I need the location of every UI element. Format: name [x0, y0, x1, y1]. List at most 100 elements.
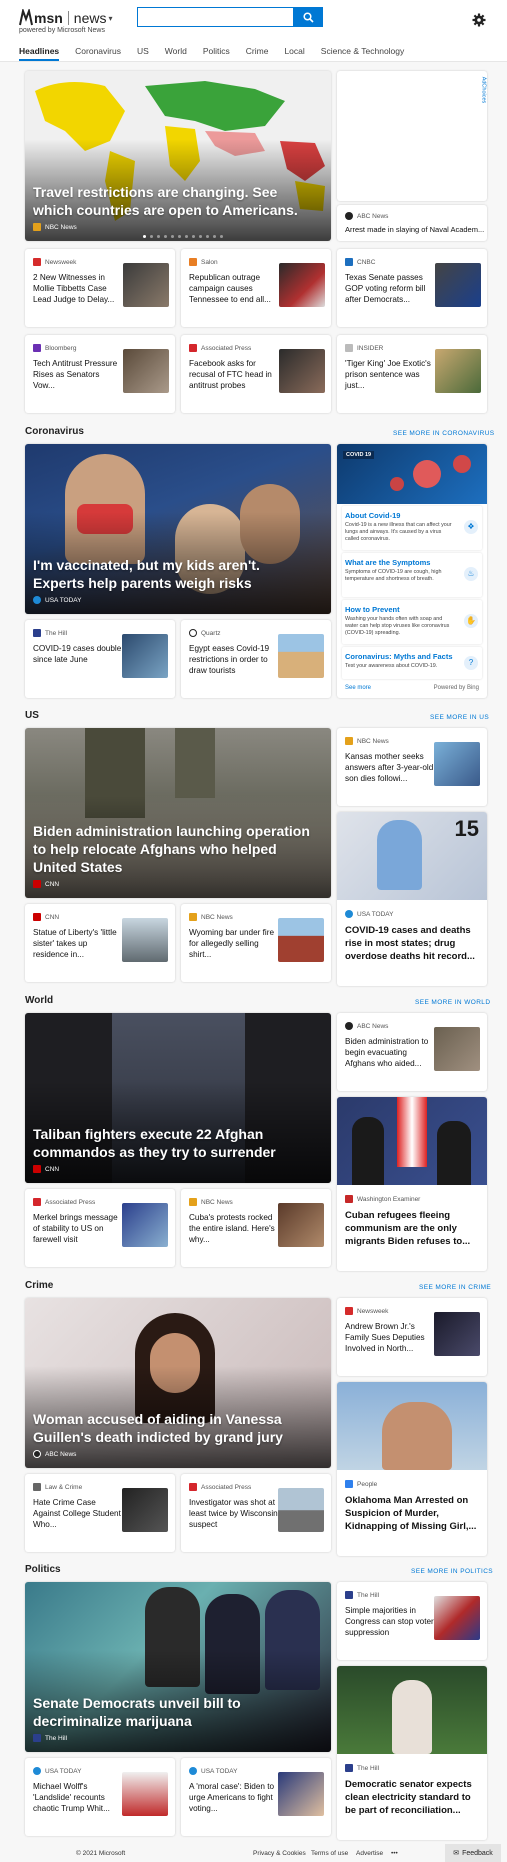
hero-card-crime[interactable]: Woman accused of aiding in Vanessa Guill… — [25, 1298, 331, 1468]
story-title[interactable]: Cuban refugees fleeing communism are the… — [345, 1209, 480, 1248]
carousel-dot[interactable] — [164, 235, 167, 238]
story-title[interactable]: COVID-19 cases and deaths rise in most s… — [345, 924, 480, 963]
see-more-us-link[interactable]: SEE MORE IN US — [430, 714, 489, 721]
story-card[interactable]: NBC News Kansas mother seeks answers aft… — [337, 728, 487, 806]
tab-science-technology[interactable]: Science & Technology — [321, 46, 404, 61]
story-card[interactable]: NBC News Wyoming bar under fire for alle… — [181, 904, 331, 982]
hero-card-politics[interactable]: Senate Democrats unveil bill to decrimin… — [25, 1582, 331, 1752]
story-title[interactable]: Democratic senator expects clean electri… — [345, 1778, 480, 1817]
story-card[interactable]: The Hill COVID-19 cases double since lat… — [25, 620, 175, 698]
search-button[interactable] — [293, 7, 323, 27]
story-card[interactable]: Washington Examiner Cuban refugees fleei… — [337, 1097, 487, 1271]
covid-item-title[interactable]: What are the Symptoms — [345, 558, 430, 567]
hero-title[interactable]: Travel restrictions are changing. See wh… — [33, 183, 313, 219]
story-title[interactable]: Statue of Liberty's 'little sister' take… — [33, 927, 123, 960]
tab-world[interactable]: World — [165, 46, 187, 61]
carousel-dot[interactable] — [150, 235, 153, 238]
see-more-politics-link[interactable]: SEE MORE IN POLITICS — [411, 1568, 493, 1575]
story-title[interactable]: Simple majorities in Congress can stop v… — [345, 1605, 435, 1638]
hero-title[interactable]: Woman accused of aiding in Vanessa Guill… — [33, 1410, 313, 1446]
advertise-link[interactable]: Advertise — [356, 1850, 383, 1857]
story-title[interactable]: Investigator was shot at least twice by … — [189, 1497, 279, 1530]
story-card[interactable]: ABC News Biden administration to begin e… — [337, 1013, 487, 1091]
carousel-dot[interactable] — [185, 235, 188, 238]
brand-news[interactable]: news — [74, 10, 107, 26]
carousel-dot[interactable] — [220, 235, 223, 238]
feedback-button[interactable]: ✉ Feedback — [445, 1844, 501, 1862]
story-title[interactable]: A 'moral case': Biden to urge Americans … — [189, 1781, 279, 1814]
hero-card-headlines[interactable]: Travel restrictions are changing. See wh… — [25, 71, 331, 241]
story-title[interactable]: Tech Antitrust Pressure Rises as Senator… — [33, 358, 121, 391]
story-card[interactable]: USA TODAY Michael Wolff's 'Landslide' re… — [25, 1758, 175, 1836]
story-title[interactable]: Michael Wolff's 'Landslide' recounts cha… — [33, 1781, 123, 1814]
story-card[interactable]: CNN Statue of Liberty's 'little sister' … — [25, 904, 175, 982]
story-title[interactable]: Wyoming bar under fire for allegedly sel… — [189, 927, 279, 960]
story-title[interactable]: Republican outrage campaign causes Tenne… — [189, 272, 277, 305]
story-card[interactable]: 15 USA TODAY COVID-19 cases and deaths r… — [337, 812, 487, 986]
story-title[interactable]: Texas Senate passes GOP voting reform bi… — [345, 272, 433, 305]
covid-item-card[interactable]: What are the Symptoms Symptoms of COVID-… — [342, 553, 482, 597]
story-title[interactable]: Oklahoma Man Arrested on Suspicion of Mu… — [345, 1494, 480, 1533]
see-more-world-link[interactable]: SEE MORE IN WORLD — [415, 999, 490, 1006]
story-title[interactable]: Kansas mother seeks answers after 3-year… — [345, 751, 435, 784]
carousel-dot[interactable] — [157, 235, 160, 238]
covid-item-title[interactable]: Coronavirus: Myths and Facts — [345, 652, 453, 661]
carousel-dot[interactable] — [192, 235, 195, 238]
carousel-dot[interactable] — [213, 235, 216, 238]
story-card[interactable]: Associated Press Merkel brings message o… — [25, 1189, 175, 1267]
story-card[interactable]: The Hill Simple majorities in Congress c… — [337, 1582, 487, 1660]
carousel-dot[interactable] — [206, 235, 209, 238]
covid-see-more-link[interactable]: See more — [345, 685, 371, 691]
covid-item-card[interactable]: About Covid-19 Covid-19 is a new illness… — [342, 506, 482, 550]
story-card[interactable]: People Oklahoma Man Arrested on Suspicio… — [337, 1382, 487, 1556]
story-title[interactable]: 2 New Witnesses in Mollie Tibbetts Case … — [33, 272, 121, 305]
story-title[interactable]: Merkel brings message of stability to US… — [33, 1212, 123, 1245]
story-title[interactable]: Biden administration to begin evacuating… — [345, 1036, 435, 1069]
story-card[interactable]: Newsweek 2 New Witnesses in Mollie Tibbe… — [25, 249, 175, 327]
covid-item-card[interactable]: How to Prevent Washing your hands often … — [342, 600, 482, 644]
covid-item-title[interactable]: How to Prevent — [345, 605, 400, 614]
story-card[interactable]: NBC News Cuba's protests rocked the enti… — [181, 1189, 331, 1267]
see-more-crime-link[interactable]: SEE MORE IN CRIME — [419, 1284, 491, 1291]
story-card[interactable]: The Hill Democratic senator expects clea… — [337, 1666, 487, 1840]
hero-title[interactable]: Senate Democrats unveil bill to decrimin… — [33, 1694, 313, 1730]
carousel-dot[interactable] — [178, 235, 181, 238]
ad-slot[interactable]: AdChoices — [337, 71, 487, 201]
story-card[interactable]: USA TODAY A 'moral case': Biden to urge … — [181, 1758, 331, 1836]
story-card[interactable]: Salon Republican outrage campaign causes… — [181, 249, 331, 327]
story-card[interactable]: Quartz Egypt eases Covid-19 restrictions… — [181, 620, 331, 698]
story-card[interactable]: Bloomberg Tech Antitrust Pressure Rises … — [25, 335, 175, 413]
carousel-dot[interactable] — [199, 235, 202, 238]
story-card[interactable]: Associated Press Investigator was shot a… — [181, 1474, 331, 1552]
story-title[interactable]: Cuba's protests rocked the entire island… — [189, 1212, 279, 1245]
story-card[interactable]: INSIDER 'Tiger King' Joe Exotic's prison… — [337, 335, 487, 413]
story-title[interactable]: Andrew Brown Jr.'s Family Sues Deputies … — [345, 1321, 435, 1354]
story-title[interactable]: Facebook asks for recusal of FTC head in… — [189, 358, 277, 391]
msn-logo[interactable]: msn news ▾ — [19, 9, 113, 27]
story-title[interactable]: COVID-19 cases double since late June — [33, 643, 123, 665]
tab-us[interactable]: US — [137, 46, 149, 61]
tab-headlines[interactable]: Headlines — [19, 46, 60, 61]
story-title[interactable]: Hate Crime Case Against College Student … — [33, 1497, 123, 1530]
terms-link[interactable]: Terms of use — [311, 1850, 348, 1857]
hero-card-us[interactable]: Biden administration launching operation… — [25, 728, 331, 898]
tab-politics[interactable]: Politics — [203, 46, 230, 61]
tab-crime[interactable]: Crime — [246, 46, 269, 61]
more-menu[interactable]: ••• — [391, 1850, 398, 1857]
chevron-down-icon[interactable]: ▾ — [108, 14, 112, 23]
covid-item-title[interactable]: About Covid-19 — [345, 511, 400, 520]
hero-title[interactable]: Biden administration launching operation… — [33, 822, 313, 876]
carousel-dot[interactable] — [143, 235, 146, 238]
story-title[interactable]: 'Tiger King' Joe Exotic's prison sentenc… — [345, 358, 433, 391]
gear-icon[interactable] — [472, 13, 486, 27]
tab-local[interactable]: Local — [284, 46, 304, 61]
hero-title[interactable]: I'm vaccinated, but my kids aren't. Expe… — [33, 556, 313, 592]
story-card[interactable]: Associated Press Facebook asks for recus… — [181, 335, 331, 413]
story-card[interactable]: Newsweek Andrew Brown Jr.'s Family Sues … — [337, 1298, 487, 1376]
story-title[interactable]: Arrest made in slaying of Naval Academ..… — [345, 225, 484, 234]
covid-item-card[interactable]: Coronavirus: Myths and Facts Test your a… — [342, 647, 482, 679]
adchoices-label[interactable]: AdChoices — [481, 77, 487, 104]
tab-coronavirus[interactable]: Coronavirus — [75, 46, 121, 61]
see-more-coronavirus-link[interactable]: SEE MORE IN CORONAVIRUS — [393, 430, 495, 437]
search-input[interactable] — [137, 7, 293, 27]
